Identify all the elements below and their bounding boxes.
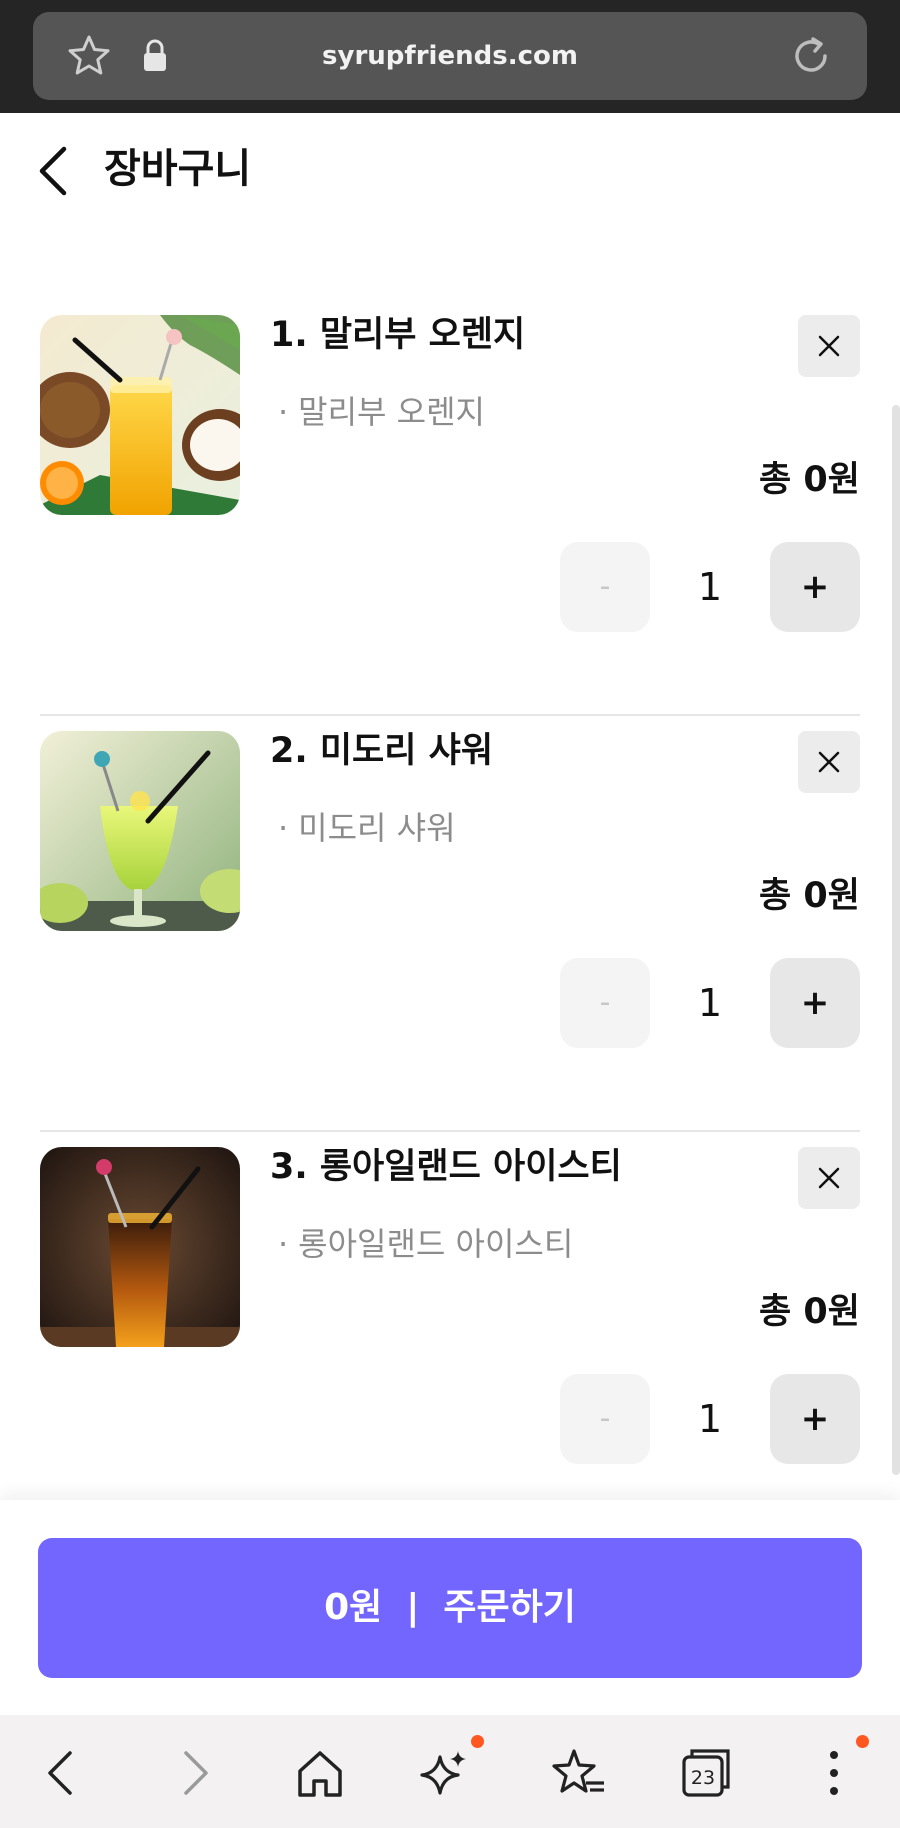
decrease-quantity-button[interactable]: - [560, 1374, 650, 1464]
cart-item: 1. 말리부 오렌지 · 말리부 오렌지 총 0원 - 1 + [40, 300, 860, 716]
quantity-value: 1 [697, 1397, 723, 1441]
item-option-text: 미도리 샤워 [298, 809, 456, 847]
url-text[interactable]: syrupfriends.com [33, 12, 867, 100]
item-total: 총 0원 [759, 460, 860, 500]
cart-item: 2. 미도리 샤워 · 미도리 샤워 총 0원 - 1 + [40, 716, 860, 1132]
increase-quantity-button[interactable]: + [770, 1374, 860, 1464]
bookmarks-icon[interactable] [548, 1743, 608, 1803]
item-option-text: 롱아일랜드 아이스티 [298, 1225, 574, 1263]
order-footer: 0원 | 주문하기 [0, 1500, 900, 1715]
product-image [40, 315, 240, 515]
close-icon [818, 1167, 840, 1189]
notification-dot [471, 1735, 484, 1748]
item-total: 총 0원 [759, 876, 860, 916]
order-separator: | [406, 1587, 420, 1628]
home-icon[interactable] [290, 1743, 350, 1803]
order-label: 주문하기 [443, 1587, 576, 1628]
remove-item-button[interactable] [798, 731, 860, 793]
browser-bottom-nav: 23 [0, 1715, 900, 1828]
quantity-value: 1 [697, 565, 723, 609]
remove-item-button[interactable] [798, 315, 860, 377]
reload-icon[interactable] [785, 30, 837, 82]
item-option: · 롱아일랜드 아이스티 [278, 1225, 574, 1263]
browser-toolbar: syrupfriends.com [0, 0, 900, 113]
item-name: 1. 말리부 오렌지 [270, 315, 526, 355]
product-image [40, 1147, 240, 1347]
item-option: · 미도리 샤워 [278, 809, 456, 847]
product-image [40, 731, 240, 931]
quantity-value: 1 [697, 981, 723, 1025]
item-name: 3. 롱아일랜드 아이스티 [270, 1147, 622, 1187]
cart-item: 3. 롱아일랜드 아이스티 · 롱아일랜드 아이스티 총 0원 - 1 + [40, 1132, 860, 1548]
increase-quantity-button[interactable]: + [770, 958, 860, 1048]
increase-quantity-button[interactable]: + [770, 542, 860, 632]
cart-list: 1. 말리부 오렌지 · 말리부 오렌지 총 0원 - 1 + 2. 미도리 샤… [40, 300, 860, 1548]
remove-item-button[interactable] [798, 1147, 860, 1209]
sparkle-icon[interactable] [418, 1743, 478, 1803]
decrease-quantity-button[interactable]: - [560, 958, 650, 1048]
close-icon [818, 335, 840, 357]
item-total: 총 0원 [759, 1292, 860, 1332]
back-icon[interactable] [32, 1743, 92, 1803]
quantity-stepper: - 1 + [560, 958, 860, 1048]
quantity-stepper: - 1 + [560, 1374, 860, 1464]
item-option: · 말리부 오렌지 [278, 393, 485, 431]
scrollbar[interactable] [892, 405, 900, 1475]
decrease-quantity-button[interactable]: - [560, 542, 650, 632]
order-button[interactable]: 0원 | 주문하기 [38, 1538, 862, 1678]
tabs-count: 23 [691, 1767, 715, 1789]
tabs-icon[interactable]: 23 [676, 1743, 736, 1803]
address-bar[interactable]: syrupfriends.com [33, 12, 867, 100]
quantity-stepper: - 1 + [560, 542, 860, 632]
forward-icon[interactable] [164, 1743, 224, 1803]
back-arrow-icon[interactable] [30, 141, 80, 201]
page-title: 장바구니 [104, 146, 252, 192]
order-total: 0원 [324, 1587, 383, 1628]
notification-dot [856, 1735, 869, 1748]
menu-icon[interactable] [806, 1743, 866, 1803]
page-header: 장바구니 [0, 113, 900, 223]
item-option-text: 말리부 오렌지 [298, 393, 485, 431]
close-icon [818, 751, 840, 773]
item-name: 2. 미도리 샤워 [270, 731, 494, 771]
